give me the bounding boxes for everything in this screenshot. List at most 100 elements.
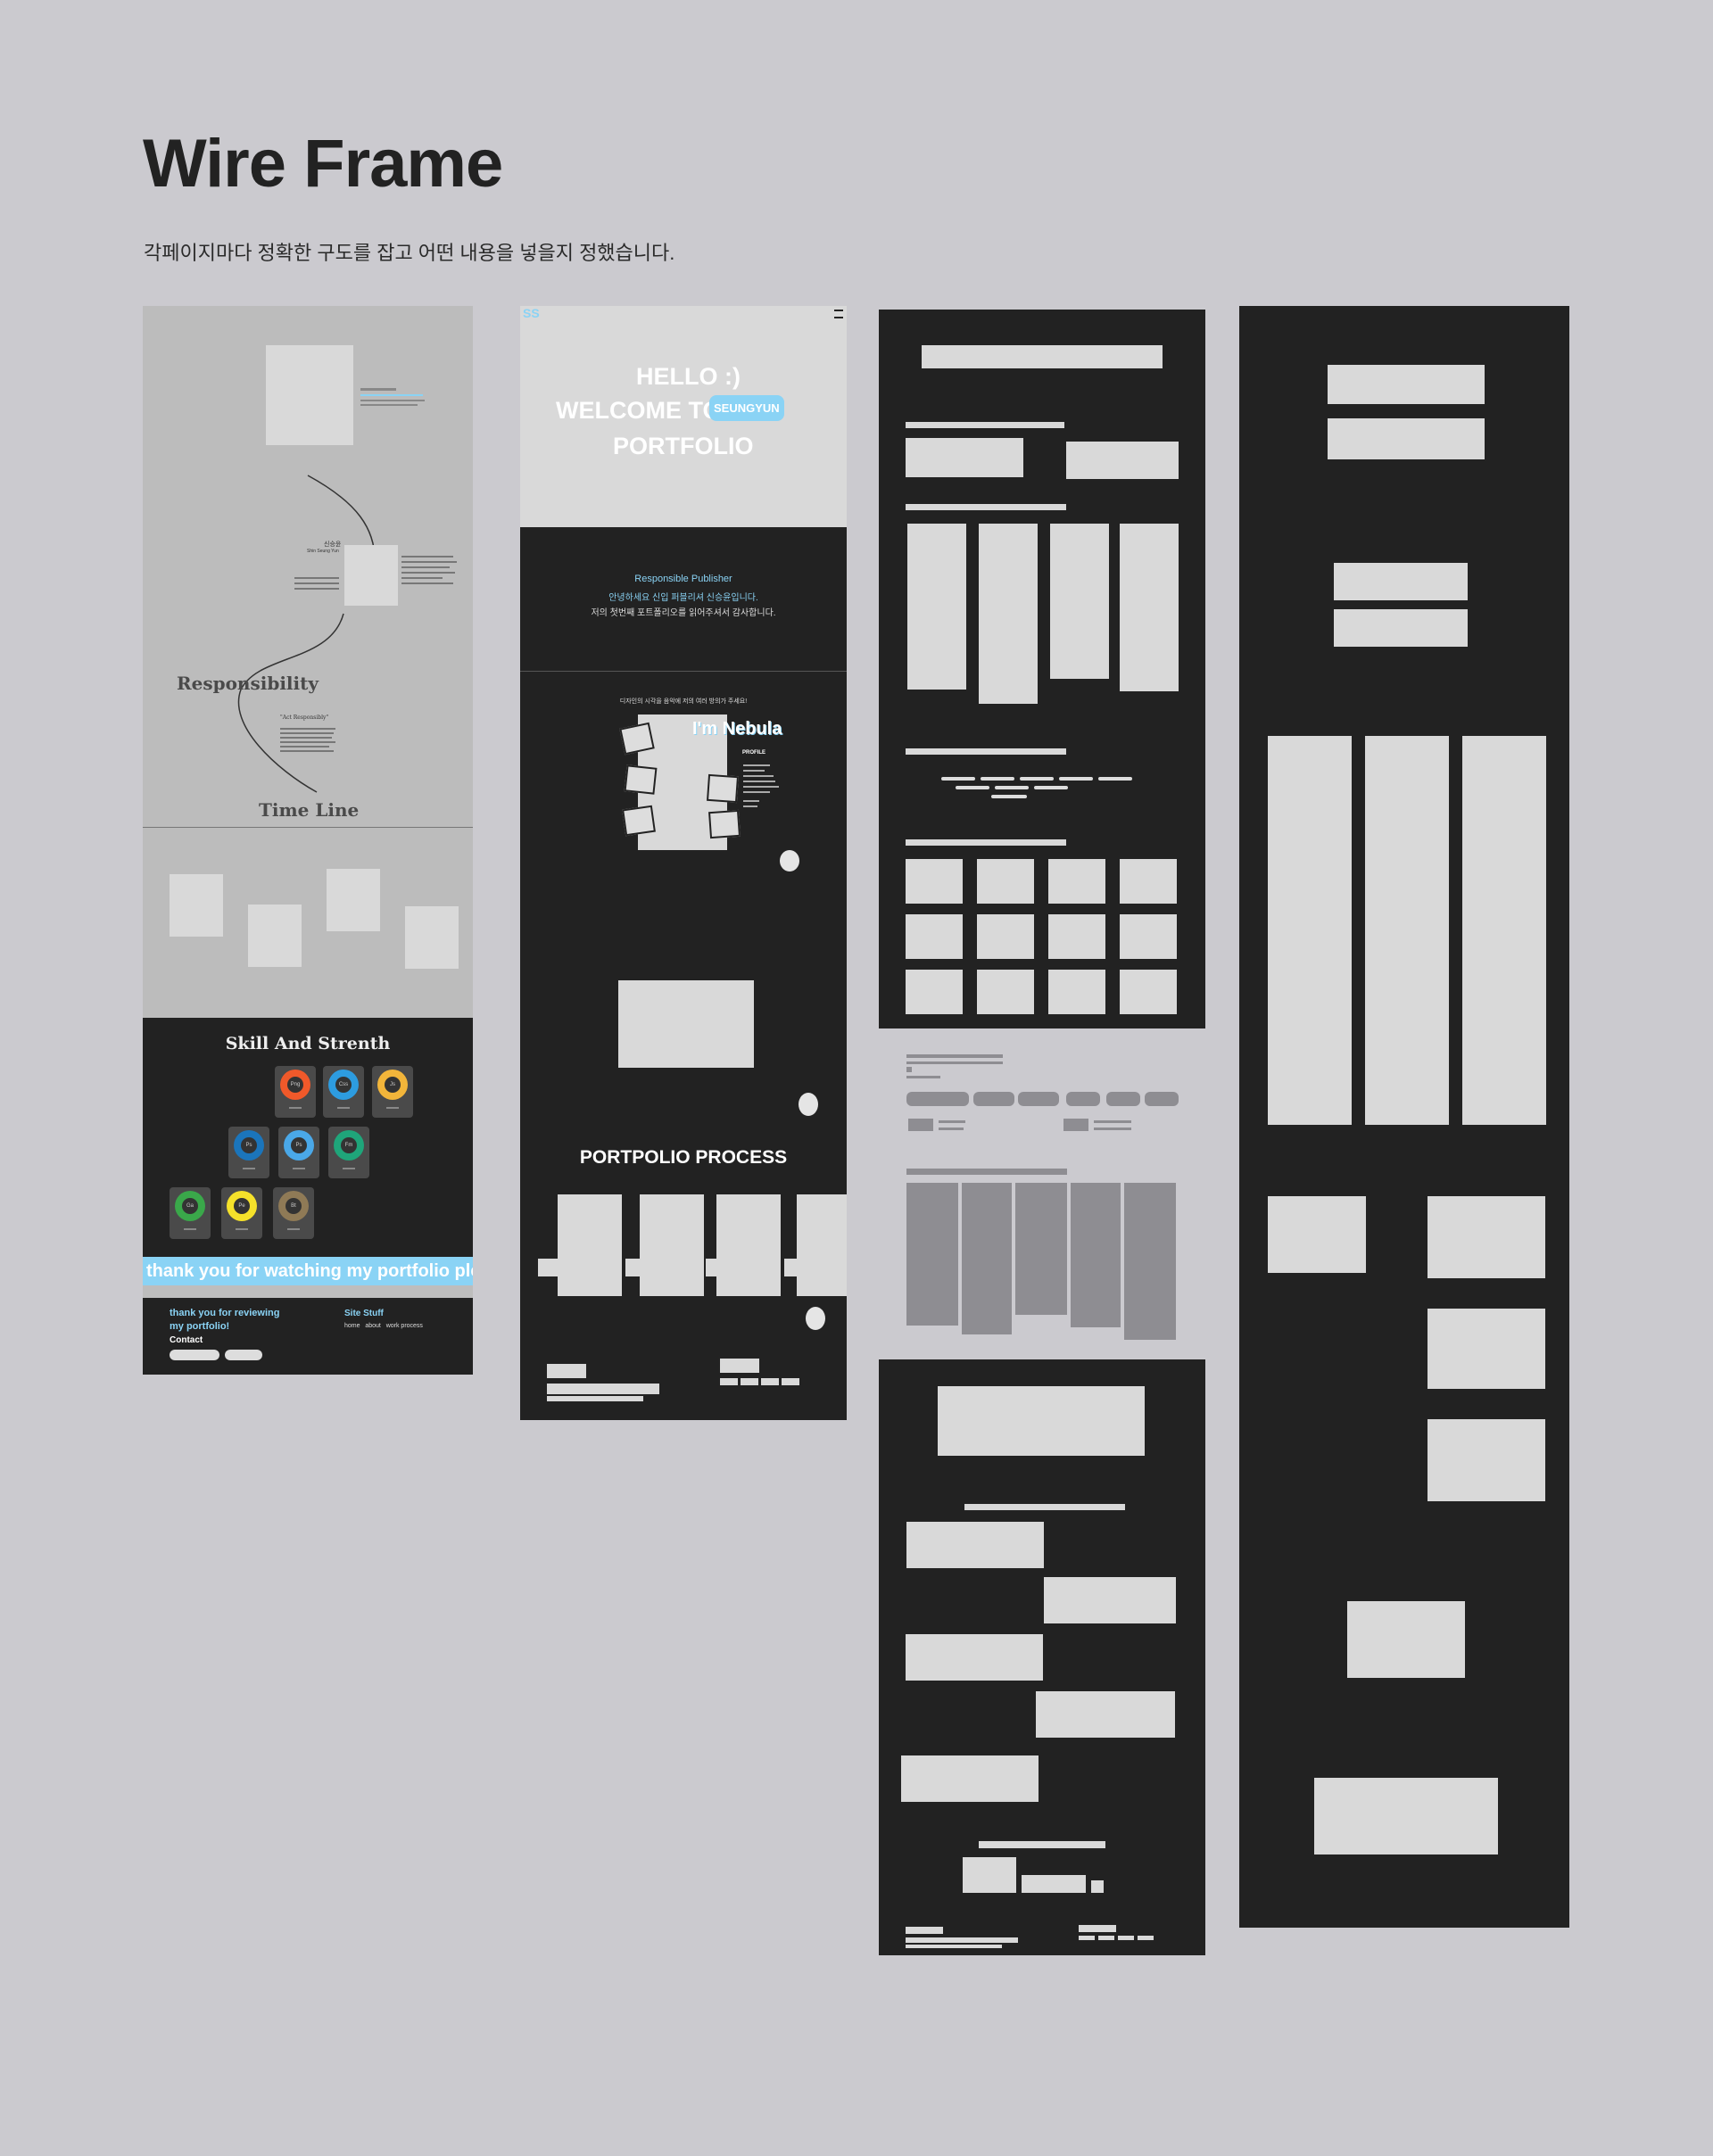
skill-label-line <box>287 1228 300 1230</box>
profile-lines <box>743 761 779 811</box>
process-card <box>797 1194 847 1296</box>
block-placeholder <box>1066 442 1179 479</box>
about-section: 신승윤 Shin Seung Yun Responsibility "Act R… <box>143 306 473 827</box>
card-placeholder <box>622 805 656 837</box>
skill-ring: Pe <box>227 1191 257 1221</box>
footer-nav-placeholder <box>720 1359 759 1373</box>
column-placeholder <box>1462 736 1546 1125</box>
footer-nav-item[interactable] <box>720 1378 738 1385</box>
block-placeholder <box>901 1755 1039 1802</box>
skill-ring: Ps <box>234 1130 264 1161</box>
contact-button[interactable] <box>170 1350 219 1360</box>
nebula-heading: I'm Nebula <box>692 719 782 739</box>
grid-thumb-placeholder[interactable] <box>977 970 1034 1014</box>
info-lines <box>401 552 457 588</box>
block-placeholder <box>1091 1880 1104 1893</box>
scroll-dot[interactable] <box>806 1307 825 1330</box>
footer-nav-item[interactable] <box>761 1378 779 1385</box>
tag-lines <box>941 777 1132 798</box>
footer-links[interactable]: home about work process <box>344 1323 423 1329</box>
tagline: 디자인의 시각을 음악에 저의 여러 방의가 주세요! <box>619 698 748 705</box>
skill-card[interactable]: Js <box>372 1066 413 1118</box>
process-connector <box>784 1259 799 1276</box>
footer-nav-item[interactable] <box>1098 1936 1114 1940</box>
card-placeholder <box>624 764 658 795</box>
skills-heading: Skill And Strenth <box>225 1034 391 1053</box>
footer-nav-item[interactable] <box>1138 1936 1154 1940</box>
block-placeholder <box>1268 1196 1366 1273</box>
filter-chip[interactable] <box>1106 1092 1140 1106</box>
footer-nav-item[interactable] <box>782 1378 799 1385</box>
column-placeholder <box>1015 1183 1067 1315</box>
menu-icon[interactable] <box>834 310 843 318</box>
skill-abbr: Ps <box>241 1137 257 1153</box>
skills-section: Skill And Strenth Png Css Js Ps Ps Fm Ga Pe Bt t… <box>143 1018 473 1285</box>
footer-text-placeholder <box>906 1945 1002 1948</box>
thumb-placeholder <box>908 1119 933 1131</box>
label-placeholder <box>906 839 1066 846</box>
skill-label-line <box>184 1228 196 1230</box>
scroll-dot[interactable] <box>780 850 799 871</box>
label-placeholder <box>979 1841 1105 1848</box>
label-placeholder <box>939 1128 964 1130</box>
footer: thank you for reviewing my portfolio! Co… <box>143 1298 473 1375</box>
hero-section: SS HELLO :) WELCOME TO SEUNGYUN PORTFOLI… <box>520 306 847 527</box>
grid-thumb-placeholder[interactable] <box>1120 859 1177 904</box>
skill-card[interactable]: Png <box>275 1066 316 1118</box>
process-heading: PORTPOLIO PROCESS <box>579 1147 788 1168</box>
grid-thumb-placeholder[interactable] <box>977 859 1034 904</box>
column-placeholder <box>1365 736 1449 1125</box>
scroll-dot[interactable] <box>799 1093 818 1116</box>
skill-card[interactable]: Ps <box>278 1127 319 1178</box>
footer-nav-item[interactable] <box>1079 1936 1095 1940</box>
filter-chip[interactable] <box>1066 1092 1100 1106</box>
skill-card[interactable]: Css <box>323 1066 364 1118</box>
grid-thumb-placeholder[interactable] <box>1048 859 1105 904</box>
grid-thumb-placeholder[interactable] <box>906 914 963 959</box>
skill-ring: Ps <box>284 1130 314 1161</box>
footer-text-placeholder <box>547 1396 643 1401</box>
skill-card[interactable]: Pe <box>221 1187 262 1239</box>
grid-thumb-placeholder[interactable] <box>1048 970 1105 1014</box>
grid-thumb-placeholder[interactable] <box>977 914 1034 959</box>
photo-placeholder <box>344 545 398 606</box>
filter-chip[interactable] <box>973 1092 1014 1106</box>
grid-thumb-placeholder[interactable] <box>906 859 963 904</box>
wireframe-detail <box>879 1359 1205 1955</box>
profile-label: PROFILE <box>742 750 766 756</box>
contact-button[interactable] <box>225 1350 262 1360</box>
column-placeholder <box>1124 1183 1176 1340</box>
skill-card[interactable]: Ps <box>228 1127 269 1178</box>
logo[interactable]: SS <box>523 306 540 320</box>
footer-nav-item[interactable] <box>741 1378 758 1385</box>
label-placeholder <box>964 1504 1125 1510</box>
skill-abbr: Ps <box>291 1137 307 1153</box>
footer-logo-placeholder <box>906 1927 943 1934</box>
block-placeholder <box>906 1634 1043 1681</box>
skill-card[interactable]: Fm <box>328 1127 369 1178</box>
column-placeholder <box>1120 524 1179 691</box>
name-ko: 신승윤 <box>324 541 342 548</box>
grid-thumb-placeholder[interactable] <box>1120 970 1177 1014</box>
grid-thumb-placeholder[interactable] <box>906 970 963 1014</box>
filter-chip[interactable] <box>1018 1092 1059 1106</box>
heading-placeholder <box>1328 418 1485 459</box>
grid-thumb-placeholder[interactable] <box>1120 914 1177 959</box>
footer-nav-item[interactable] <box>1118 1936 1134 1940</box>
skill-abbr: Pe <box>234 1198 250 1214</box>
hero-hello: HELLO :) <box>636 363 741 390</box>
contact-lines <box>294 574 339 593</box>
grid-thumb-placeholder[interactable] <box>1048 914 1105 959</box>
column-placeholder <box>1268 736 1352 1125</box>
skill-card[interactable]: Ga <box>170 1187 211 1239</box>
skill-card[interactable]: Bt <box>273 1187 314 1239</box>
hero-placeholder <box>938 1386 1145 1456</box>
skill-ring: Js <box>377 1070 408 1100</box>
label-placeholder <box>906 504 1066 510</box>
block-placeholder <box>1347 1601 1465 1678</box>
filter-chip[interactable] <box>1145 1092 1179 1106</box>
video-placeholder <box>618 980 754 1068</box>
column-placeholder <box>907 524 966 690</box>
skill-abbr: Js <box>385 1077 401 1093</box>
filter-chip[interactable] <box>906 1092 969 1106</box>
